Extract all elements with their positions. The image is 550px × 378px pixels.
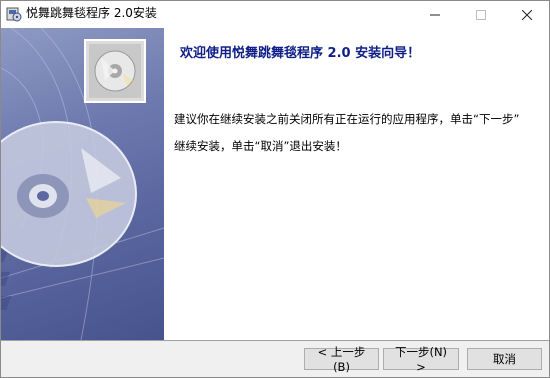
instruction-text-line1: 建议你在继续安装之前关闭所有正在运行的应用程序，单击“下一步” [174, 112, 520, 126]
maximize-button[interactable] [458, 0, 504, 28]
close-button[interactable] [504, 0, 550, 28]
instruction-text-line2: 继续安装，单击“取消”退出安装！ [174, 139, 347, 153]
installer-app-icon [6, 6, 22, 22]
wizard-content: 欢迎使用悦舞跳舞毯程序 2.0 安装向导！ 建议你在继续安装之前关闭所有正在运行… [164, 28, 549, 340]
close-icon [521, 5, 533, 24]
welcome-heading: 欢迎使用悦舞跳舞毯程序 2.0 安装向导！ [180, 46, 421, 61]
next-button[interactable]: 下一步(N) > [383, 345, 459, 374]
maximize-icon [476, 5, 486, 24]
cd-disc-banner [1, 28, 164, 340]
cancel-button[interactable]: 取消 [467, 348, 542, 370]
minimize-icon [430, 5, 440, 24]
minimize-button[interactable] [412, 0, 458, 28]
wizard-sidebar-banner [1, 28, 164, 340]
window-title: 悦舞跳舞毯程序 2.0安装 [26, 6, 157, 20]
back-button[interactable]: < 上一步(B) [304, 345, 379, 374]
title-bar: 悦舞跳舞毯程序 2.0安装 [0, 0, 550, 28]
